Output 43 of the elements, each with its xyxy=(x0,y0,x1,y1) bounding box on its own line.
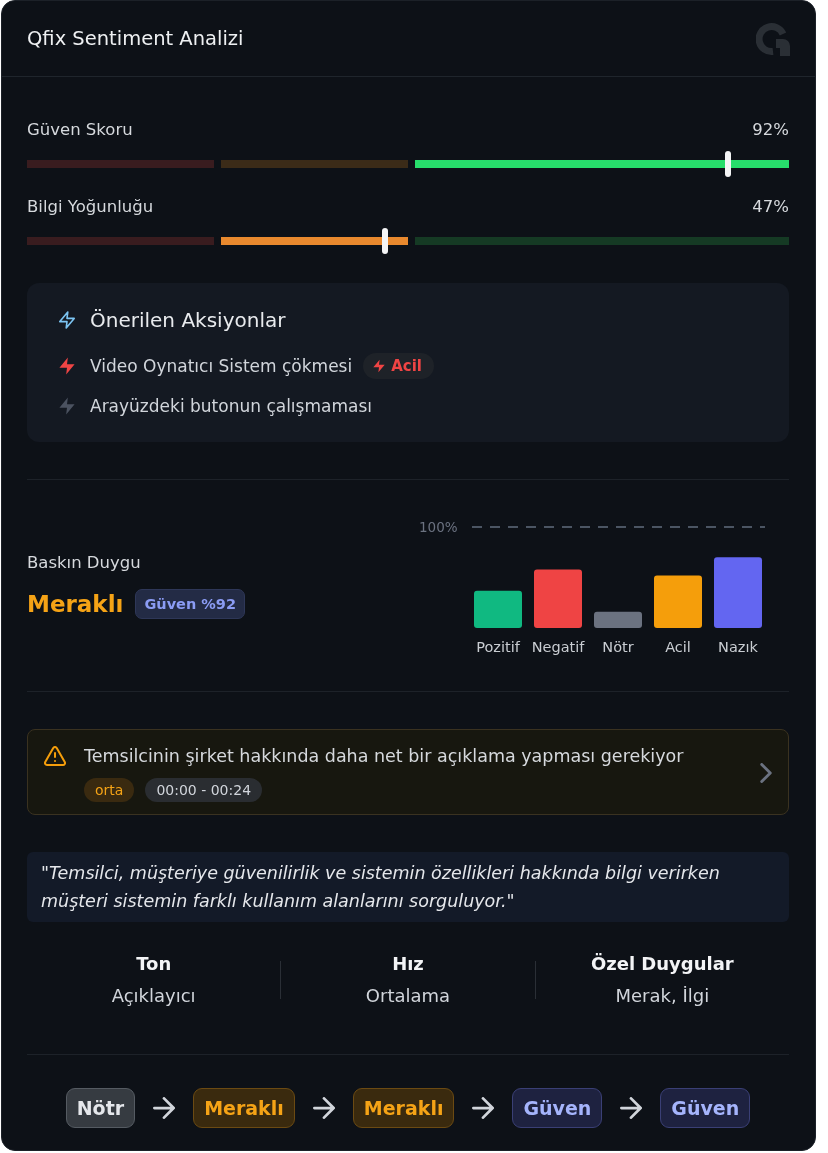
lightning-icon xyxy=(373,358,386,374)
alert-text: Temsilcinin şirket hakkında daha net bir açıklama yapması gerekiyor xyxy=(84,745,685,768)
warning-icon xyxy=(44,746,66,766)
emotion-chip: Meraklı xyxy=(352,1088,455,1128)
action-text: Arayüzdeki butonun çalışmaması xyxy=(90,396,372,416)
meter-label: Bilgi Yoğunluğu xyxy=(27,196,154,218)
emotion-value: Meraklı xyxy=(27,590,124,619)
chevron-right-icon xyxy=(760,763,772,783)
logo-icon xyxy=(756,21,790,56)
arrow-right-icon xyxy=(312,1097,335,1119)
stat-value: Merak, İlgi xyxy=(615,984,710,1008)
app-title: Qfix Sentiment Analizi xyxy=(27,27,244,50)
action-text: Video Oynatıcı Sistem çökmesi xyxy=(90,356,353,376)
emotion-chip: Güven xyxy=(512,1088,603,1128)
summary-quote: "Temsilci, müşteriye güvenilirlik ve sistemin özellikleri hakkında bilgi verirken müşteri sistemin farklı kullanım alanlarını sorguluyor." xyxy=(27,852,789,922)
arrow-right-icon xyxy=(620,1097,643,1119)
meter-reading: 92% xyxy=(752,119,789,141)
stat-title: Özel Duygular xyxy=(590,952,734,976)
alert-card[interactable]: Temsilcinin şirket hakkında daha net bir açıklama yapması gerekiyor orta 00:00 - 00:24 xyxy=(27,729,789,815)
panel-title: Önerilen Aksiyonlar xyxy=(90,307,286,333)
scale-label: 100% xyxy=(419,518,458,535)
emotion-chip: Nötr xyxy=(65,1088,136,1128)
badge-label: Acil xyxy=(391,357,422,375)
bar-label: Negatif xyxy=(531,638,585,655)
bar-label: Nötr xyxy=(602,638,634,655)
bar-label: Acil xyxy=(665,638,691,655)
stat-title: Ton xyxy=(136,952,172,976)
severity-tag: orta xyxy=(84,778,135,802)
bar-label: Nazık xyxy=(718,638,758,655)
section-label: Baskın Duygu xyxy=(27,552,142,574)
lightning-icon xyxy=(59,310,75,330)
stat-title: Hız xyxy=(392,952,424,976)
emotion-chip: Güven xyxy=(660,1088,751,1128)
arrow-right-icon xyxy=(472,1097,495,1119)
meter-reading: 47% xyxy=(752,196,789,218)
meter-label: Güven Skoru xyxy=(27,119,133,141)
arrow-right-icon xyxy=(153,1097,176,1119)
emotion-chip: Meraklı xyxy=(193,1088,295,1128)
stat-value: Açıklayıcı xyxy=(111,984,196,1008)
stat-value: Ortalama xyxy=(365,984,451,1008)
time-range-tag: 00:00 - 00:24 xyxy=(145,778,263,802)
bar-label: Pozitif xyxy=(476,638,520,655)
confidence-badge: Güven %92 xyxy=(135,589,245,619)
